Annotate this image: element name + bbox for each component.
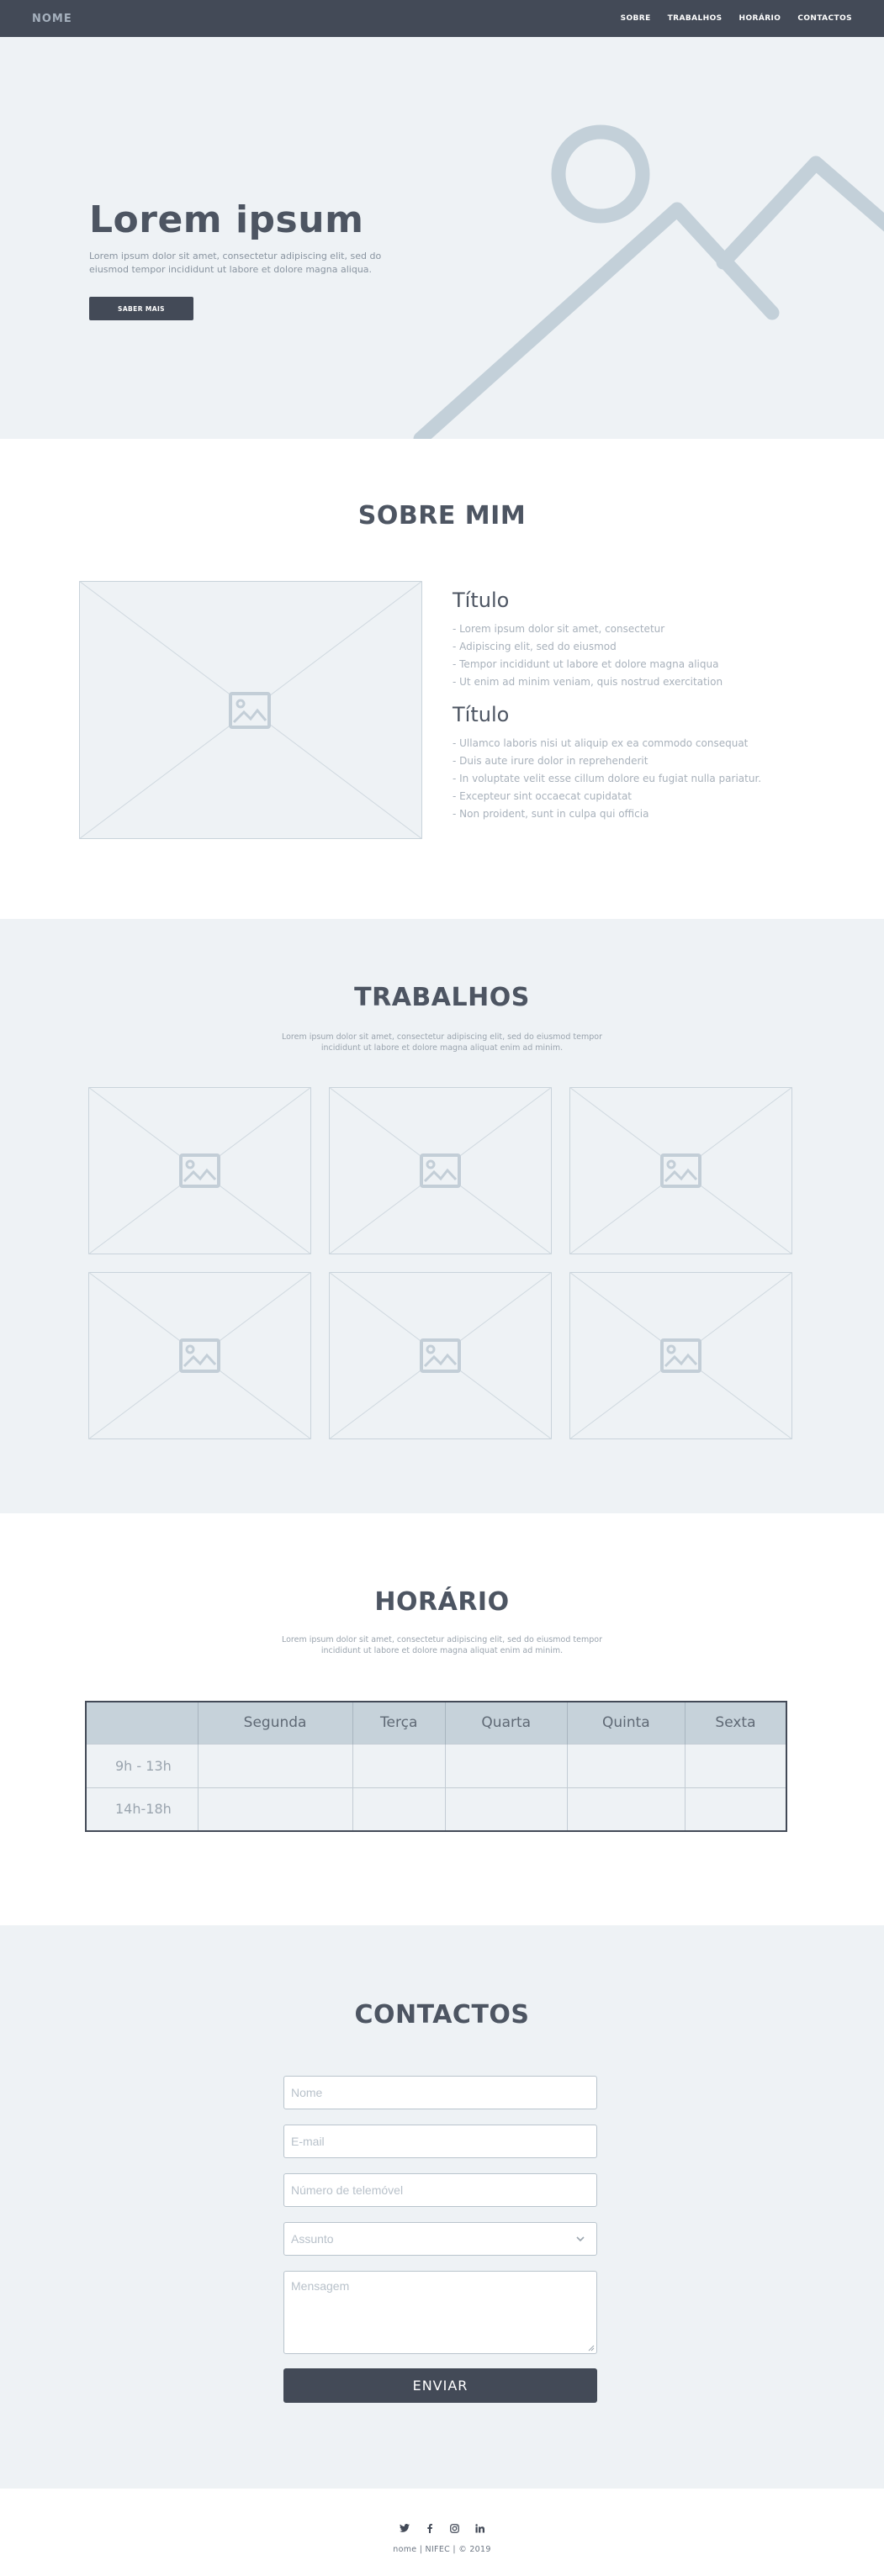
contact-form: Nome E-mail Número de telemóvel Assunto … — [283, 2076, 597, 2403]
hero-text: Lorem ipsum dolor sit amet, consectetur … — [89, 251, 382, 275]
work-card-image-placeholder[interactable] — [329, 1272, 552, 1439]
hero-title: Lorem ipsum — [89, 198, 364, 241]
works-section: TRABALHOS Lorem ipsum dolor sit amet, co… — [0, 919, 884, 1513]
table-cell — [197, 1787, 353, 1831]
about-section: SOBRE MIM Título - Lorem ipsum dolor sit… — [0, 439, 884, 919]
twitter-icon[interactable] — [399, 2523, 410, 2533]
about-list-item: - Tempor incididunt ut labore et dolore … — [453, 658, 719, 670]
about-list-item: - Excepteur sint occaecat cupidatat — [453, 790, 632, 802]
table-row: 9h - 13h — [85, 1743, 786, 1787]
message-textarea[interactable]: Mensagem — [283, 2271, 597, 2354]
phone-field[interactable]: Número de telemóvel — [283, 2173, 597, 2207]
about-list-item: - Duis aute irure dolor in reprehenderit — [453, 755, 648, 767]
table-header-day: Segunda — [197, 1702, 353, 1744]
schedule-section: HORÁRIO Lorem ipsum dolor sit amet, cons… — [0, 1513, 884, 1925]
about-block-1: Título - Lorem ipsum dolor sit amet, con… — [453, 589, 823, 691]
schedule-title: HORÁRIO — [374, 1587, 510, 1617]
learn-more-button[interactable]: SABER MAIS — [89, 297, 193, 320]
about-list-item: - Lorem ipsum dolor sit amet, consectetu… — [453, 623, 665, 635]
message-placeholder: Mensagem — [291, 2279, 350, 2293]
table-header-corner — [86, 1702, 198, 1744]
about-title: SOBRE MIM — [357, 501, 527, 531]
resize-handle-icon[interactable] — [588, 2345, 595, 2352]
brand-logo[interactable]: NOME — [32, 13, 72, 25]
nav-links: SOBRE TRABALHOS HORÁRIO CONTACTOS — [604, 14, 852, 23]
linkedin-icon[interactable] — [475, 2523, 485, 2533]
about-list-item: - Ullamco laboris nisi ut aliquip ex ea … — [453, 737, 749, 749]
email-field[interactable]: E-mail — [283, 2125, 597, 2158]
time-slot-label: 14h-18h — [85, 1787, 198, 1831]
schedule-subtitle: Lorem ipsum dolor sit amet, consectetur … — [281, 1635, 602, 1655]
table-row: 14h-18h — [85, 1787, 786, 1831]
about-list-item: - Adipiscing elit, sed do eiusmod — [453, 641, 617, 652]
nav-link-trabalhos[interactable]: TRABALHOS — [668, 14, 723, 23]
about-list-item: - Ut enim ad minim veniam, quis nostrud … — [453, 676, 723, 688]
table-cell — [444, 1743, 568, 1787]
table-cell — [566, 1787, 685, 1831]
contacts-title: CONTACTOS — [354, 2000, 530, 2030]
social-links — [0, 2523, 884, 2533]
table-header-day: Quarta — [444, 1702, 568, 1744]
time-slot-label: 9h - 13h — [85, 1743, 198, 1787]
table-cell — [684, 1787, 786, 1831]
nav-link-sobre[interactable]: SOBRE — [621, 14, 651, 23]
instagram-icon[interactable] — [450, 2523, 460, 2533]
facebook-icon[interactable] — [425, 2523, 435, 2533]
table-cell — [197, 1743, 353, 1787]
table-cell — [352, 1743, 446, 1787]
footer-copyright: nome | NIFEC | © 2019 — [393, 2545, 491, 2554]
work-card-image-placeholder[interactable] — [88, 1087, 311, 1254]
work-card-image-placeholder[interactable] — [569, 1087, 792, 1254]
subject-select-label: Assunto — [291, 2232, 334, 2246]
table-cell — [684, 1743, 786, 1787]
chevron-down-icon — [576, 2236, 585, 2242]
table-header-day: Terça — [352, 1702, 446, 1744]
work-card-image-placeholder[interactable] — [88, 1272, 311, 1439]
hero-content: Lorem ipsum Lorem ipsum dolor sit amet, … — [89, 198, 426, 320]
works-grid — [88, 1087, 793, 1439]
schedule-table: Segunda Terça Quarta Quinta Sexta 9h - 1… — [85, 1701, 787, 1832]
hero-section: Lorem ipsum Lorem ipsum dolor sit amet, … — [0, 37, 884, 439]
about-heading-1: Título — [453, 589, 510, 612]
work-card-image-placeholder[interactable] — [569, 1272, 792, 1439]
about-list-2: - Ullamco laboris nisi ut aliquip ex ea … — [453, 735, 823, 823]
table-header-day: Quinta — [566, 1702, 685, 1744]
about-block-2: Título - Ullamco laboris nisi ut aliquip… — [453, 703, 823, 823]
submit-button[interactable]: ENVIAR — [283, 2368, 597, 2403]
footer: nome | NIFEC | © 2019 — [0, 2489, 884, 2576]
about-heading-2: Título — [453, 703, 510, 726]
works-title: TRABALHOS — [354, 983, 530, 1012]
about-image-placeholder — [79, 581, 422, 839]
works-subtitle: Lorem ipsum dolor sit amet, consectetur … — [281, 1032, 602, 1053]
about-text: Título - Lorem ipsum dolor sit amet, con… — [453, 589, 823, 823]
top-navbar: NOME SOBRE TRABALHOS HORÁRIO CONTACTOS — [0, 0, 884, 37]
contacts-section: CONTACTOS Nome E-mail Número de telemóve… — [0, 1925, 884, 2489]
nav-link-contactos[interactable]: CONTACTOS — [797, 14, 852, 23]
table-cell — [444, 1787, 568, 1831]
about-list-item: - In voluptate velit esse cillum dolore … — [453, 773, 762, 784]
about-list-item: - Non proident, sunt in culpa qui offici… — [453, 808, 649, 820]
table-header-day: Sexta — [684, 1702, 786, 1744]
subject-select[interactable]: Assunto — [283, 2222, 597, 2256]
work-card-image-placeholder[interactable] — [329, 1087, 552, 1254]
about-list-1: - Lorem ipsum dolor sit amet, consectetu… — [453, 620, 823, 691]
table-header-row: Segunda Terça Quarta Quinta Sexta — [86, 1702, 786, 1744]
table-cell — [352, 1787, 446, 1831]
table-cell — [566, 1743, 685, 1787]
nav-link-horario[interactable]: HORÁRIO — [739, 14, 781, 23]
name-field[interactable]: Nome — [283, 2076, 597, 2109]
